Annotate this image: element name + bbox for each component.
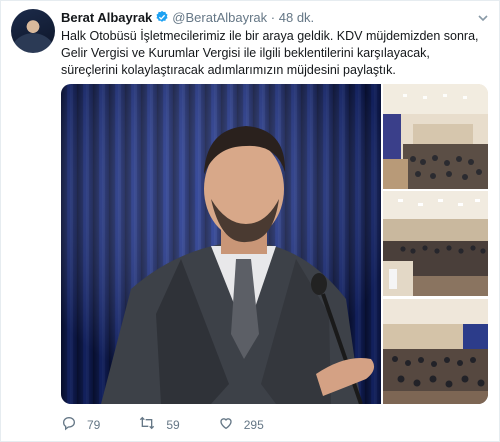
hall-photo-3[interactable] xyxy=(383,299,488,404)
reply-button[interactable]: 79 xyxy=(61,415,100,434)
hall-photo-2[interactable] xyxy=(383,191,488,296)
media-grid xyxy=(61,84,488,404)
like-count: 295 xyxy=(243,417,264,432)
verified-badge-icon xyxy=(155,10,169,28)
avatar[interactable] xyxy=(11,9,55,53)
like-button[interactable]: 295 xyxy=(218,415,264,434)
tweet-time[interactable]: 48 dk. xyxy=(279,10,314,25)
retweet-count: 59 xyxy=(166,417,180,432)
reply-icon xyxy=(61,415,87,434)
retweet-icon xyxy=(138,415,166,434)
author-name[interactable]: Berat Albayrak xyxy=(61,10,152,25)
author-handle[interactable]: @BeratAlbayrak xyxy=(172,10,267,25)
tweet-actions: 79 59 295 xyxy=(61,415,302,434)
retweet-button[interactable]: 59 xyxy=(138,415,180,434)
tweet-header: Berat Albayrak @BeratAlbayrak · 48 dk. xyxy=(61,10,314,28)
tweet-text: Halk Otobüsü İşletmecilerimiz ile bir ar… xyxy=(61,29,479,77)
reply-count: 79 xyxy=(87,417,101,432)
main-photo[interactable] xyxy=(61,84,381,404)
hall-photo-1[interactable] xyxy=(383,84,488,189)
heart-icon xyxy=(218,415,244,434)
chevron-down-icon[interactable] xyxy=(477,11,489,29)
tweet-card: Berat Albayrak @BeratAlbayrak · 48 dk. Ha… xyxy=(0,0,500,442)
time-separator: · xyxy=(270,10,276,25)
